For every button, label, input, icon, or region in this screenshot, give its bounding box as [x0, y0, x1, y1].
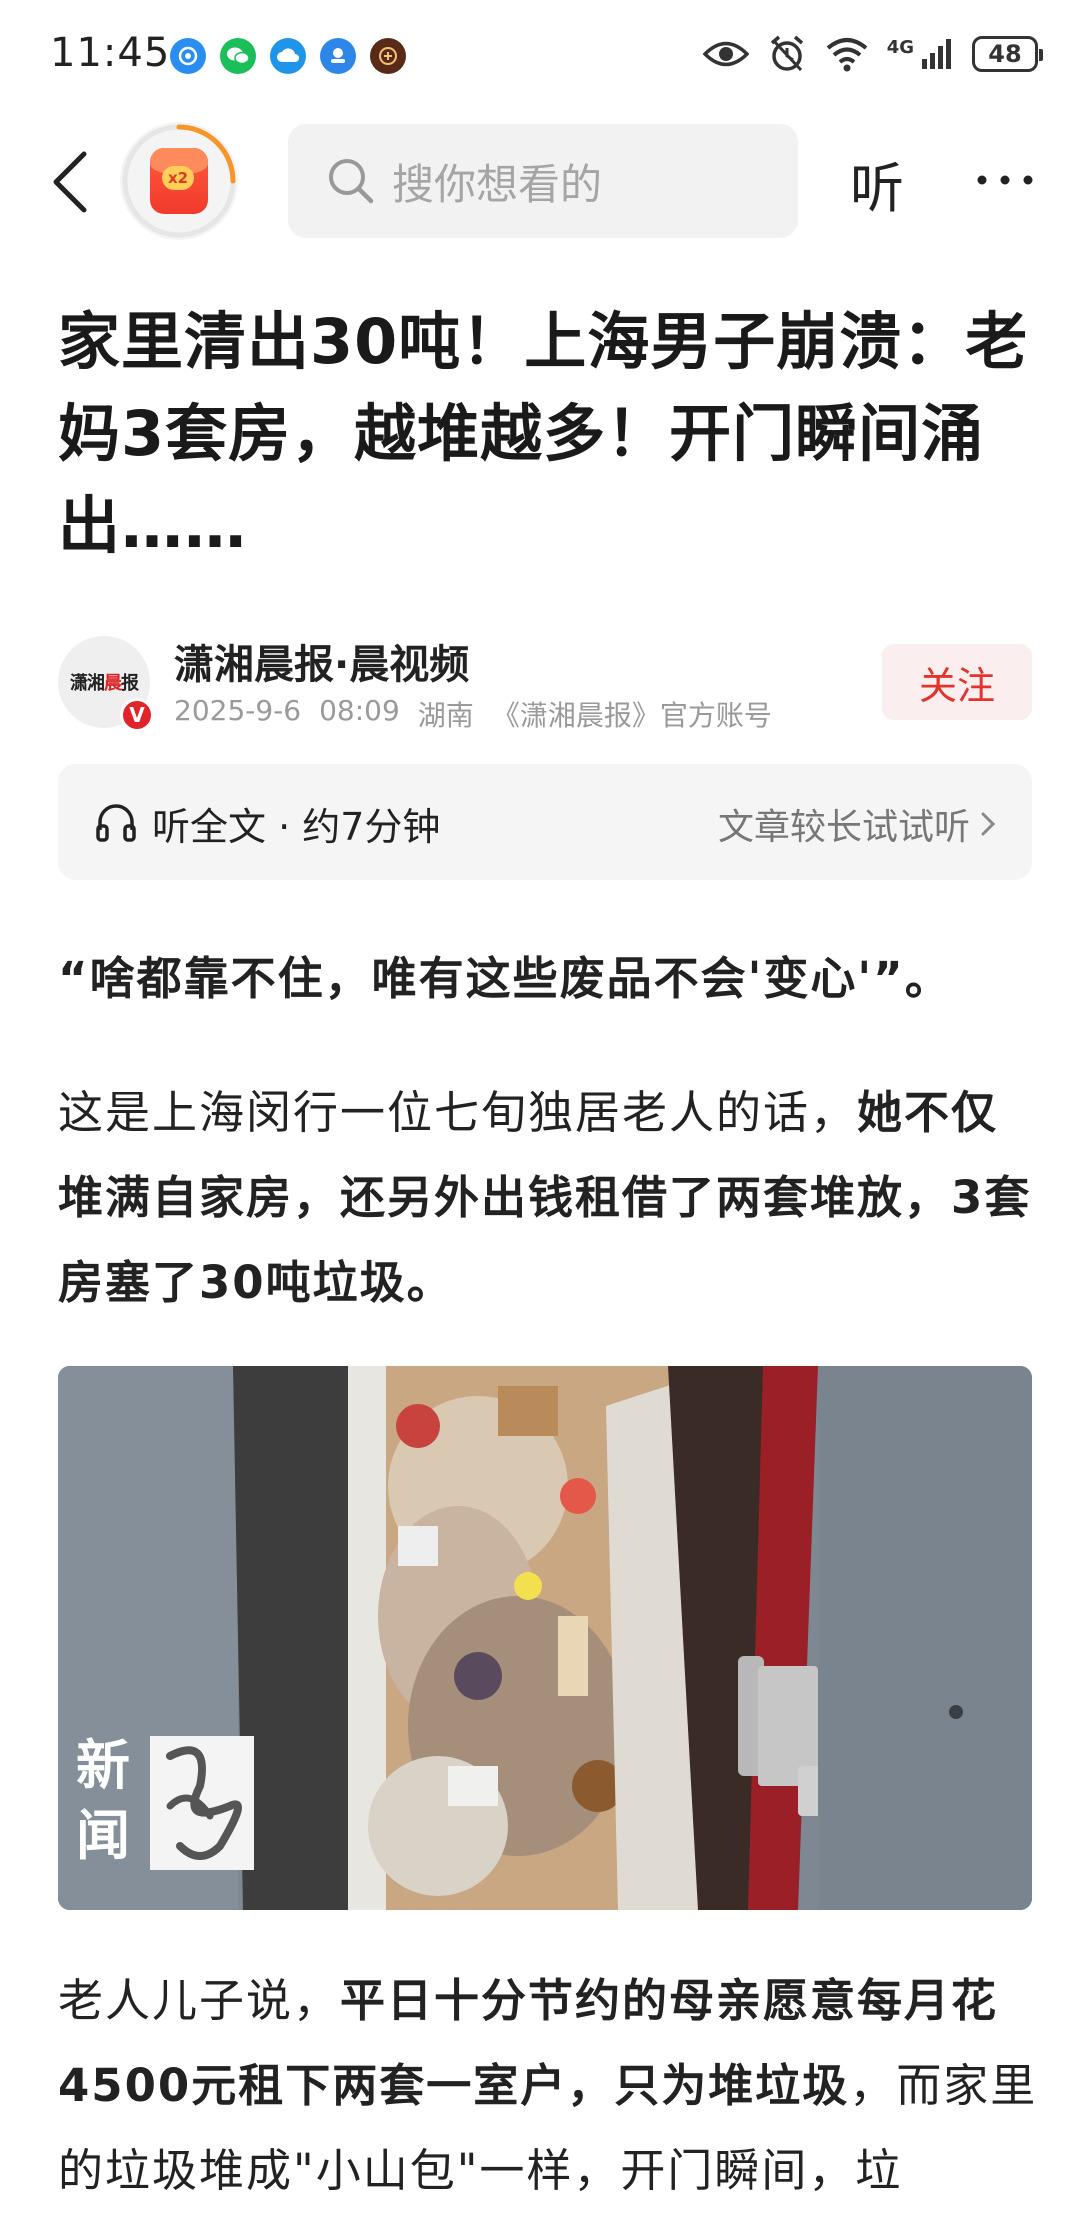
- author-avatar[interactable]: 潇湘晨报 V: [58, 636, 154, 732]
- assistant-app-icon: [320, 38, 356, 74]
- game-app-icon: [370, 38, 406, 74]
- author-meta: 2025-9-6 08:09 湖南 《潇湘晨报》官方账号: [174, 694, 772, 734]
- search-icon: [329, 159, 374, 204]
- chevron-right-icon: [981, 812, 996, 836]
- battery-level: 48: [988, 40, 1022, 68]
- more-dots-icon: [977, 175, 1033, 185]
- article-image[interactable]: 新 闻: [58, 1366, 1032, 1910]
- browser-app-icon: [170, 38, 206, 74]
- status-time: 11:45: [50, 30, 171, 76]
- more-options-button[interactable]: [976, 150, 1034, 210]
- redpacket-icon: x2: [150, 148, 208, 214]
- follow-button[interactable]: 关注: [882, 644, 1032, 720]
- back-button[interactable]: [48, 150, 92, 214]
- status-right: 4G 48: [702, 34, 1043, 74]
- status-app-icons: [170, 38, 406, 74]
- listen-duration-label: 听全文 · 约7分钟: [152, 805, 441, 849]
- publish-date: 2025-9-6: [174, 694, 302, 727]
- search-placeholder: 搜你想看的: [392, 159, 603, 209]
- status-bar: 11:45 4G 48: [0, 0, 1088, 110]
- article-quote: “啥都靠不住，唯有这些废品不会'变心'”。: [58, 952, 952, 1005]
- chevron-left-icon: [53, 151, 87, 213]
- avatar-logo: 潇湘晨报: [70, 673, 139, 694]
- wechat-app-icon: [220, 38, 256, 74]
- top-nav-bar: x2 搜你想看的 听: [0, 118, 1088, 248]
- battery-indicator: 48: [972, 36, 1043, 72]
- verified-badge-icon: V: [120, 698, 154, 732]
- article-paragraph: 老人儿子说，平日十分节约的母亲愿意每月花4500元租下两套一室户，只为堆垃圾，而…: [58, 1974, 1038, 2197]
- listen-button[interactable]: 听: [850, 144, 904, 223]
- publish-time: 08:09: [319, 694, 400, 727]
- news-watermark-logo: 新 闻: [76, 1730, 254, 1880]
- eye-icon: [702, 41, 749, 67]
- reward-redpacket-button[interactable]: x2: [120, 122, 238, 240]
- network-type: 4G: [886, 36, 914, 58]
- listen-full-text-bar[interactable]: 听全文 · 约7分钟 文章较长试试听: [58, 764, 1032, 880]
- listen-suggestion-label: 文章较长试试听: [717, 807, 970, 848]
- cloud-app-icon: [270, 38, 306, 74]
- listen-suggestion: 文章较长试试听: [718, 798, 996, 850]
- alarm-icon: [770, 35, 803, 72]
- signal-icon: [922, 39, 951, 69]
- account-description: 《潇湘晨报》官方账号: [491, 699, 772, 732]
- author-name[interactable]: 潇湘晨报·晨视频: [174, 632, 469, 690]
- redpacket-multiplier: x2: [162, 166, 194, 190]
- article-paragraph: 这是上海闵行一位七旬独居老人的话，她不仅堆满自家房，还另外出钱租借了两套堆放，3…: [58, 1086, 1032, 1309]
- publish-location: 湖南: [417, 699, 474, 732]
- headphones-icon: [96, 804, 136, 842]
- wifi-icon: [826, 38, 867, 72]
- search-input[interactable]: 搜你想看的: [288, 124, 798, 238]
- article-title: 家里清出30吨！上海男子崩溃：老妈3套房，越堆越多！开门瞬间涌出……: [58, 305, 1029, 562]
